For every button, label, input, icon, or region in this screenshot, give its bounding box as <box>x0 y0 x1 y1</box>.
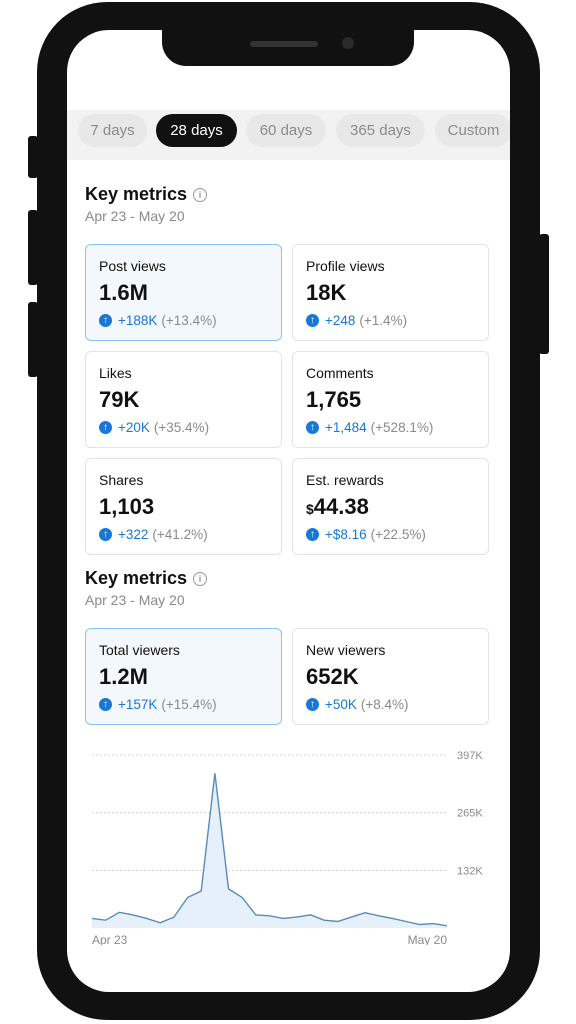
metric-value: 1.6M <box>99 280 148 306</box>
metric-card-post-views[interactable]: Post views 1.6M ↑ +188K (+13.4%) <box>85 244 282 341</box>
metric-value: 18K <box>306 280 346 306</box>
y-tick-label: 132K <box>457 865 483 877</box>
metric-delta: +188K <box>118 313 158 328</box>
metric-delta: +157K <box>118 697 158 712</box>
series-area <box>92 773 447 928</box>
metric-label: Likes <box>99 365 132 381</box>
phone-volume-up-button <box>28 210 38 285</box>
currency-symbol: $ <box>306 501 314 517</box>
metric-label: Post views <box>99 258 166 274</box>
metric-value: 1.2M <box>99 664 148 690</box>
section-title: Key metrics i <box>85 184 208 205</box>
y-tick-label: 397K <box>457 750 483 762</box>
metric-percent: (+15.4%) <box>161 697 217 712</box>
metric-label: Profile views <box>306 258 385 274</box>
info-icon[interactable]: i <box>193 187 208 202</box>
metric-value: 79K <box>99 387 139 413</box>
metric-percent: (+35.4%) <box>153 420 210 435</box>
info-icon[interactable]: i <box>193 571 208 586</box>
metric-percent: (+528.1%) <box>370 420 434 435</box>
date-range-label: Apr 23 - May 20 <box>85 208 185 224</box>
section-title: Key metrics i <box>85 568 208 589</box>
y-tick-label: 265K <box>457 808 483 820</box>
tab-custom[interactable]: Custom <box>435 114 510 147</box>
metric-delta: +50K <box>325 697 357 712</box>
metric-value-number: 1,765 <box>306 387 362 412</box>
metric-card-comments[interactable]: Comments 1,765 ↑ +1,484 (+528.1%) <box>292 351 489 448</box>
metric-change: ↑ +$8.16 (+22.5%) <box>306 527 426 542</box>
arrow-up-icon: ↑ <box>306 421 319 434</box>
metric-delta: +$8.16 <box>325 527 367 542</box>
tab-60-days[interactable]: 60 days <box>246 114 326 147</box>
metric-change: ↑ +50K (+8.4%) <box>306 697 409 712</box>
series-line <box>91 773 448 927</box>
metric-percent: (+1.4%) <box>359 313 408 328</box>
phone-side-button <box>28 136 38 178</box>
metric-card-new-viewers[interactable]: New viewers 652K ↑ +50K (+8.4%) <box>292 628 489 725</box>
date-range-tabs: 7 days 28 days 60 days 365 days Custom <box>67 110 510 160</box>
arrow-up-icon: ↑ <box>99 528 112 541</box>
metric-value: 1,765 <box>306 387 361 413</box>
metric-card-total-viewers[interactable]: Total viewers 1.2M ↑ +157K (+15.4%) <box>85 628 282 725</box>
metric-change: ↑ +1,484 (+528.1%) <box>306 420 433 435</box>
metric-card-likes[interactable]: Likes 79K ↑ +20K (+35.4%) <box>85 351 282 448</box>
metric-percent: (+8.4%) <box>360 697 409 712</box>
metric-value: $44.38 <box>306 494 369 520</box>
metric-percent: (+13.4%) <box>161 313 217 328</box>
metric-delta: +20K <box>118 420 150 435</box>
metric-card-shares[interactable]: Shares 1,103 ↑ +322 (+41.2%) <box>85 458 282 555</box>
phone-notch <box>162 30 414 66</box>
metric-label: Est. rewards <box>306 472 384 488</box>
metric-change: ↑ +322 (+41.2%) <box>99 527 208 542</box>
section-title-text: Key metrics <box>85 568 188 588</box>
viewers-chart[interactable]: 397K 265K 132K Apr 23 May 20 <box>82 745 492 945</box>
tab-7-days[interactable]: 7 days <box>78 114 147 147</box>
metric-percent: (+41.2%) <box>152 527 208 542</box>
metric-value-number: 44.38 <box>313 494 369 519</box>
date-range-label: Apr 23 - May 20 <box>85 592 185 608</box>
front-camera <box>342 37 354 49</box>
metric-percent: (+22.5%) <box>370 527 426 542</box>
section-title-text: Key metrics <box>85 184 188 204</box>
metric-value-number: 1,103 <box>99 494 155 519</box>
metric-delta: +322 <box>118 527 149 542</box>
arrow-up-icon: ↑ <box>99 698 112 711</box>
metric-label: New viewers <box>306 642 386 658</box>
arrow-up-icon: ↑ <box>306 528 319 541</box>
tab-28-days[interactable]: 28 days <box>156 114 237 147</box>
phone-power-button <box>539 234 549 354</box>
metric-value-number: 18K <box>306 280 347 305</box>
metric-label: Shares <box>99 472 144 488</box>
metric-value-number: 1.2M <box>99 664 148 689</box>
metric-card-est-rewards[interactable]: Est. rewards $44.38 ↑ +$8.16 (+22.5%) <box>292 458 489 555</box>
metric-label: Comments <box>306 365 374 381</box>
metric-value-number: 652K <box>306 664 359 689</box>
arrow-up-icon: ↑ <box>99 314 112 327</box>
arrow-up-icon: ↑ <box>306 314 319 327</box>
metric-change: ↑ +188K (+13.4%) <box>99 313 217 328</box>
phone-volume-down-button <box>28 302 38 377</box>
arrow-up-icon: ↑ <box>99 421 112 434</box>
metric-label: Total viewers <box>99 642 180 658</box>
metric-value: 652K <box>306 664 359 690</box>
metric-change: ↑ +248 (+1.4%) <box>306 313 407 328</box>
tab-365-days[interactable]: 365 days <box>336 114 425 147</box>
metric-change: ↑ +20K (+35.4%) <box>99 420 209 435</box>
metric-card-profile-views[interactable]: Profile views 18K ↑ +248 (+1.4%) <box>292 244 489 341</box>
x-axis-label: Apr 23 <box>92 933 128 945</box>
x-axis-label: May 20 <box>408 933 448 945</box>
metric-value-number: 1.6M <box>99 280 148 305</box>
arrow-up-icon: ↑ <box>306 698 319 711</box>
metric-delta: +248 <box>325 313 356 328</box>
metric-value-number: 79K <box>99 387 140 412</box>
metric-delta: +1,484 <box>325 420 367 435</box>
metric-change: ↑ +157K (+15.4%) <box>99 697 217 712</box>
speaker-grille <box>250 41 318 47</box>
metric-value: 1,103 <box>99 494 154 520</box>
phone-screen: 7 days 28 days 60 days 365 days Custom K… <box>67 30 510 992</box>
